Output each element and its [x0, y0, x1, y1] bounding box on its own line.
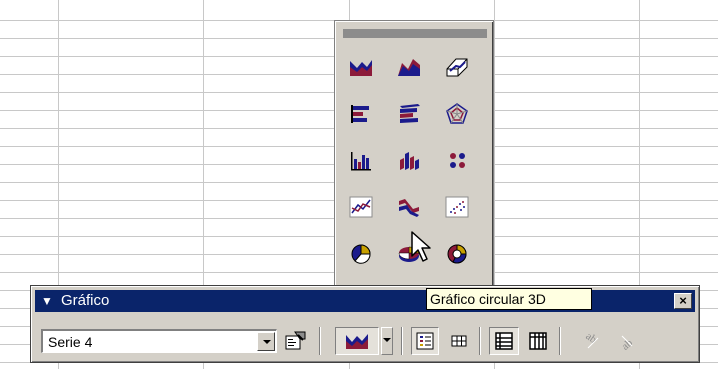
legend-button[interactable]	[411, 327, 439, 355]
toolbar-title-bar[interactable]: ▼ Gráfico ×	[35, 290, 695, 312]
radar-chart-icon	[446, 103, 468, 124]
column-3d-chart-icon	[400, 152, 419, 170]
line-chart-icon	[349, 196, 373, 218]
column-chart-button[interactable]	[343, 145, 379, 177]
toolbar-title: Gráfico	[61, 292, 110, 309]
pie-chart-button[interactable]	[343, 238, 379, 270]
by-column-button[interactable]	[523, 327, 553, 355]
by-row-icon	[495, 332, 513, 350]
area-chart-icon	[346, 334, 368, 349]
data-table-button[interactable]	[445, 327, 473, 355]
chevron-down-icon	[263, 340, 271, 344]
angle-text-downward-button[interactable]: ab	[579, 327, 609, 355]
format-object-icon	[285, 331, 306, 350]
area-3d-chart-icon	[398, 59, 420, 76]
surface-3d-chart-button[interactable]	[439, 51, 475, 83]
bar-3d-chart-button[interactable]	[391, 98, 427, 130]
area-chart-icon	[350, 60, 372, 76]
toolbar-menu-arrow-icon[interactable]: ▼	[41, 295, 53, 307]
doughnut-chart-icon	[447, 244, 467, 264]
scatter-dots-button[interactable]	[439, 145, 475, 177]
line-chart-button[interactable]	[343, 191, 379, 223]
chart-objects-value: Serie 4	[48, 334, 93, 350]
toolbar-separator	[401, 327, 403, 355]
by-column-icon	[529, 332, 547, 350]
bar-3d-chart-icon	[400, 104, 420, 123]
line-3d-chart-button[interactable]	[391, 191, 427, 223]
close-icon: ×	[679, 293, 687, 308]
area-3d-chart-button[interactable]	[391, 51, 427, 83]
scatter-dots-icon	[450, 153, 465, 168]
xy-scatter-chart-button[interactable]	[439, 191, 475, 223]
chart-type-dropdown-button[interactable]	[381, 327, 393, 355]
column-chart-icon	[351, 152, 371, 171]
angle-text-downward-icon: ab	[583, 330, 599, 349]
chart-objects-select[interactable]: Serie 4	[41, 329, 277, 353]
data-table-icon	[451, 335, 467, 347]
column-3d-chart-button[interactable]	[391, 145, 427, 177]
format-object-button[interactable]	[281, 327, 311, 355]
chart-toolbar: ▼ Gráfico × Serie 4 ab ab	[30, 285, 700, 363]
doughnut-chart-button[interactable]	[439, 238, 475, 270]
chevron-down-icon	[383, 338, 391, 342]
svg-text:ab: ab	[619, 337, 635, 352]
worksheet-area: ▼ Gráfico × Serie 4 ab ab Gráfico circul…	[0, 0, 718, 369]
bar-chart-icon	[351, 105, 369, 123]
toolbar-separator	[559, 327, 561, 355]
radar-chart-button[interactable]	[439, 98, 475, 130]
pie-chart-icon	[351, 244, 371, 264]
angle-text-upward-icon: ab	[619, 335, 636, 352]
chart-type-button[interactable]	[335, 327, 379, 355]
angle-text-upward-button[interactable]: ab	[613, 327, 643, 355]
toolbar-separator	[479, 327, 481, 355]
close-button[interactable]: ×	[674, 293, 692, 309]
bar-chart-button[interactable]	[343, 98, 379, 130]
surface-3d-chart-icon	[446, 58, 468, 77]
area-chart-button[interactable]	[343, 51, 379, 83]
palette-drag-handle[interactable]	[343, 29, 487, 38]
mouse-pointer-icon	[411, 231, 431, 262]
line-3d-chart-icon	[399, 199, 419, 217]
toolbar-separator	[319, 327, 321, 355]
by-row-button[interactable]	[489, 327, 519, 355]
legend-icon	[416, 332, 434, 350]
chart-type-tooltip: Gráfico circular 3D	[426, 288, 592, 310]
chart-objects-dropdown-button[interactable]	[257, 332, 275, 351]
xy-scatter-chart-icon	[445, 196, 469, 218]
svg-text:ab: ab	[583, 330, 599, 346]
